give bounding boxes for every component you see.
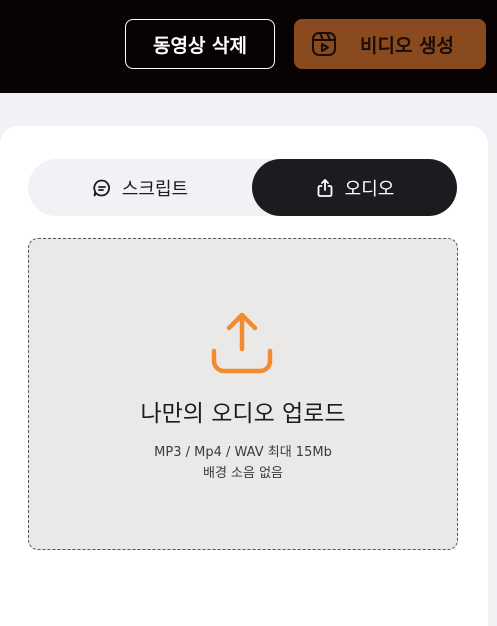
video-reel-icon	[312, 32, 336, 56]
tab-audio-label: 오디오	[344, 178, 395, 200]
dropzone-title: 나만의 오디오 업로드	[140, 401, 346, 427]
chat-bubble-icon	[93, 179, 110, 196]
tab-script[interactable]: 스크립트	[28, 159, 252, 216]
upload-icon	[211, 312, 273, 374]
share-upload-icon	[317, 178, 333, 197]
dropzone-note: 배경 소음 없음	[202, 466, 284, 481]
delete-video-label: 동영상 삭제	[152, 34, 247, 57]
dropzone-formats: MP3 / Mp4 / WAV 최대 15Mb	[154, 445, 332, 460]
top-bar: 동영상 삭제 비디오 생성	[0, 0, 497, 93]
generate-video-label: 비디오 생성	[360, 34, 455, 57]
delete-video-button[interactable]: 동영상 삭제	[125, 19, 275, 69]
generate-video-button[interactable]: 비디오 생성	[294, 19, 486, 69]
source-tabs: 스크립트 오디오	[28, 159, 457, 216]
audio-upload-dropzone[interactable]: 나만의 오디오 업로드 MP3 / Mp4 / WAV 최대 15Mb 배경 소…	[28, 238, 458, 550]
tab-script-label: 스크립트	[121, 178, 189, 200]
tab-audio[interactable]: 오디오	[252, 159, 457, 216]
